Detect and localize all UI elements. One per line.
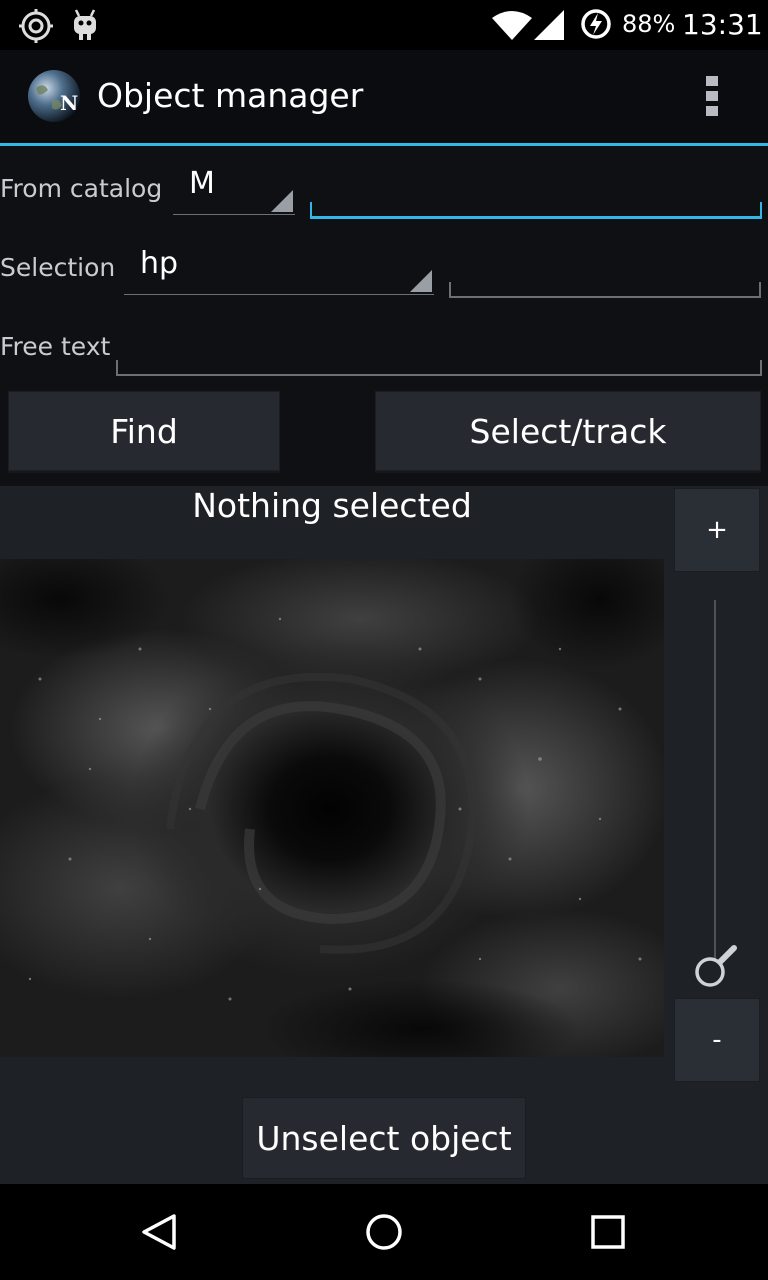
select-track-button[interactable]: Select/track <box>375 391 761 471</box>
catalog-label: From catalog <box>0 174 163 203</box>
page-title: Object manager <box>97 76 364 115</box>
zoom-in-button[interactable]: + <box>674 488 760 572</box>
wifi-icon <box>492 11 532 40</box>
object-panel: Nothing selected + - Unselect object <box>0 486 768 1184</box>
home-icon[interactable] <box>360 1208 408 1256</box>
free-text-label: Free text <box>0 332 111 361</box>
selection-input[interactable] <box>449 282 761 298</box>
status-bar: 88% 13:31 <box>0 0 768 50</box>
find-button[interactable]: Find <box>8 391 280 471</box>
catalog-spinner-value: M <box>189 166 215 201</box>
battery-percent: 88% <box>622 10 676 38</box>
clock: 13:31 <box>682 8 763 41</box>
unselect-object-button[interactable]: Unselect object <box>242 1097 526 1179</box>
zoom-out-button[interactable]: - <box>674 998 760 1082</box>
selection-spinner-value: hp <box>140 246 179 281</box>
selection-status: Nothing selected <box>192 486 472 525</box>
catalog-number-input[interactable] <box>310 202 762 219</box>
back-icon[interactable] <box>136 1208 184 1256</box>
object-image <box>0 559 664 1057</box>
recents-icon[interactable] <box>584 1208 632 1256</box>
earth-compass-logo[interactable]: N <box>26 68 82 124</box>
zoom-slider-thumb[interactable] <box>692 944 740 992</box>
dropdown-arrow-icon <box>410 270 432 292</box>
action-bar: N Object manager <box>0 50 768 144</box>
selection-spinner[interactable]: hp <box>124 244 434 295</box>
zoom-slider-track[interactable] <box>714 600 716 960</box>
battery-charging-icon <box>581 9 611 39</box>
catalog-spinner[interactable]: M <box>173 164 295 215</box>
overflow-menu-icon[interactable] <box>700 76 724 120</box>
selection-label: Selection <box>0 253 116 282</box>
target-icon <box>19 9 53 43</box>
navigation-bar <box>0 1184 768 1280</box>
dropdown-arrow-icon <box>271 190 293 212</box>
svg-text:N: N <box>60 91 78 115</box>
cell-signal-icon <box>534 10 564 40</box>
free-text-input[interactable] <box>116 360 762 376</box>
search-form: From catalog M Selection hp Free text Fi… <box>0 146 768 486</box>
android-bug-icon <box>74 9 96 40</box>
